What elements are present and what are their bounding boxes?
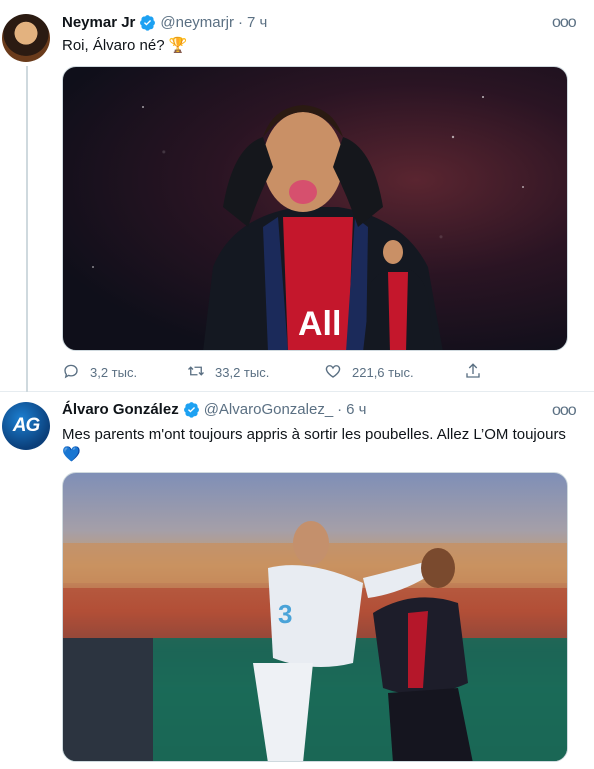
tweet-actions: 3,2 тыс. 33,2 тыс. 221,6 тыс. bbox=[62, 362, 502, 384]
more-options-icon[interactable]: ooo bbox=[552, 403, 577, 425]
tweet-image[interactable]: All bbox=[62, 66, 568, 351]
reply-button[interactable]: 3,2 тыс. bbox=[62, 362, 137, 383]
author-handle[interactable]: @AlvaroGonzalez_ bbox=[204, 401, 333, 418]
avatar[interactable] bbox=[2, 14, 50, 62]
thread-connector-line bbox=[26, 66, 28, 392]
separator-dot: · bbox=[237, 14, 243, 31]
retweet-icon bbox=[187, 362, 215, 383]
author-name[interactable]: Neymar Jr bbox=[62, 14, 135, 31]
retweet-button[interactable]: 33,2 тыс. bbox=[187, 362, 269, 383]
reply-count: 3,2 тыс. bbox=[90, 365, 138, 380]
timestamp[interactable]: 6 ч bbox=[346, 401, 366, 418]
avatar-initials: AG bbox=[12, 415, 40, 436]
share-icon bbox=[464, 362, 492, 383]
match-photo-illustration: 3 bbox=[63, 521, 567, 761]
like-count: 221,6 тыс. bbox=[352, 365, 414, 380]
player-illustration: All bbox=[92, 96, 524, 350]
avatar[interactable]: AG bbox=[2, 402, 50, 450]
tweet-header: Neymar Jr @neymarjr · 7 ч bbox=[62, 14, 267, 31]
tweet-image[interactable]: 3 bbox=[62, 472, 568, 762]
tweet-text: Mes parents m'ont toujours appris à sort… bbox=[62, 426, 566, 463]
verified-badge-icon bbox=[183, 401, 200, 418]
tweet-header: Álvaro González @AlvaroGonzalez_ · 6 ч bbox=[62, 401, 367, 418]
heart-icon bbox=[324, 362, 352, 383]
timestamp[interactable]: 7 ч bbox=[247, 14, 267, 31]
tweet-text: Roi, Álvaro né? 🏆 bbox=[62, 37, 188, 54]
svg-text:3: 3 bbox=[278, 599, 292, 629]
retweet-count: 33,2 тыс. bbox=[215, 365, 270, 380]
svg-text:All: All bbox=[298, 305, 341, 343]
separator-dot: · bbox=[337, 401, 343, 418]
author-name[interactable]: Álvaro González bbox=[62, 401, 179, 418]
reply-icon bbox=[62, 362, 90, 383]
author-handle[interactable]: @neymarjr bbox=[160, 14, 234, 31]
more-options-icon[interactable]: ooo bbox=[552, 15, 577, 37]
share-button[interactable] bbox=[464, 362, 492, 383]
like-button[interactable]: 221,6 тыс. bbox=[324, 362, 414, 383]
verified-badge-icon bbox=[139, 14, 156, 31]
